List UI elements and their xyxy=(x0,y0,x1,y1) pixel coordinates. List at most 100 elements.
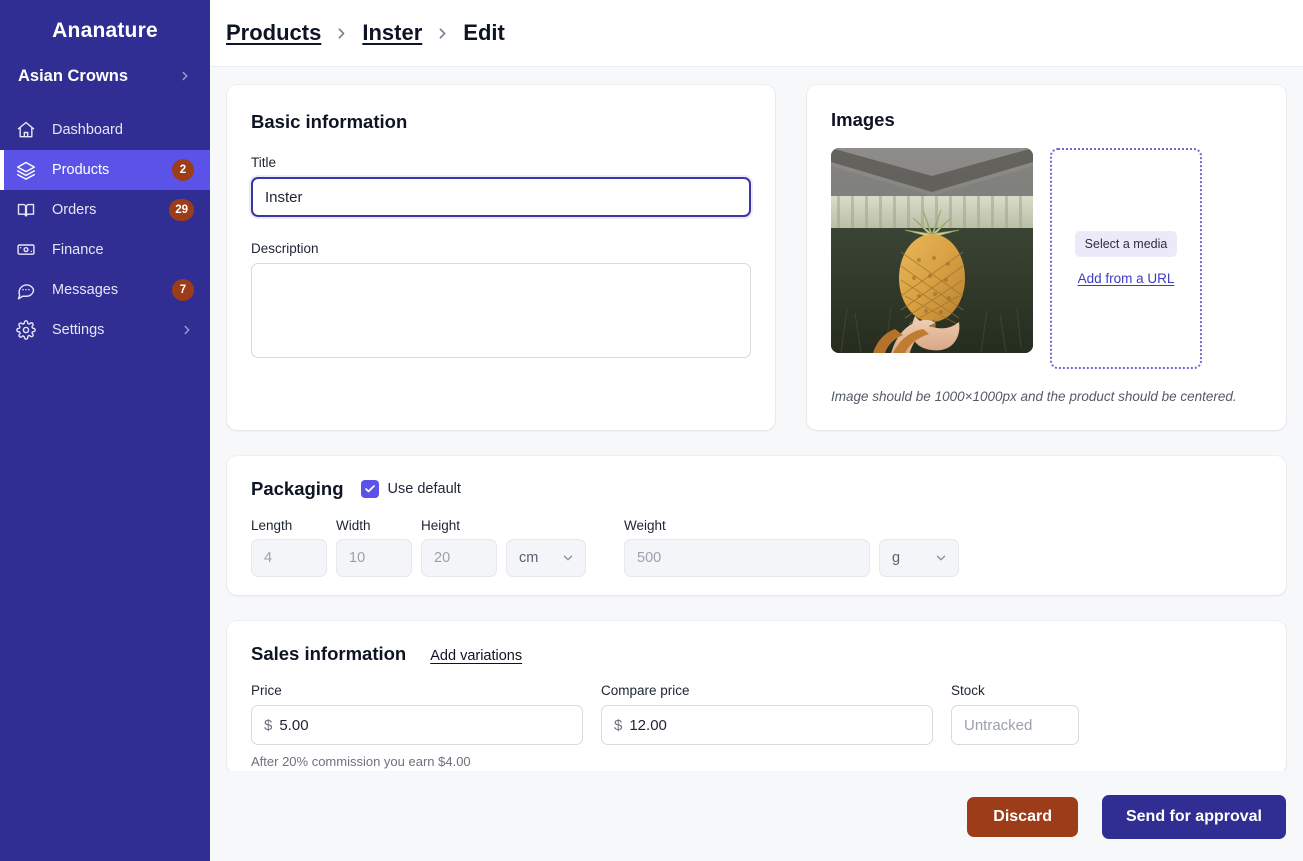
description-textarea[interactable] xyxy=(251,263,751,358)
images-card: Images xyxy=(807,85,1286,430)
main-area: Products Inster Edit Basic information T… xyxy=(210,0,1303,861)
media-dropzone[interactable]: Select a media Add from a URL xyxy=(1050,148,1202,369)
packaging-header: Packaging Use default xyxy=(251,478,1262,500)
add-variations-link[interactable]: Add variations xyxy=(430,648,522,664)
use-default-checkbox[interactable] xyxy=(361,480,379,498)
app-root: Ananature Asian Crowns Dashboard Product… xyxy=(0,0,1303,861)
home-icon xyxy=(16,120,42,140)
sidebar-item-label: Products xyxy=(52,162,172,178)
chat-icon xyxy=(16,280,42,300)
sidebar: Ananature Asian Crowns Dashboard Product… xyxy=(0,0,210,861)
image-requirements-note: Image should be 1000×1000px and the prod… xyxy=(831,389,1262,404)
sidebar-item-label: Finance xyxy=(52,242,194,258)
currency-symbol: $ xyxy=(264,717,272,734)
store-name: Asian Crowns xyxy=(18,67,128,86)
stock-field-group: Stock xyxy=(951,683,1079,745)
title-label: Title xyxy=(251,155,751,170)
title-field-group: Title xyxy=(251,155,751,217)
chevron-right-icon xyxy=(333,25,350,42)
currency-symbol: $ xyxy=(614,717,622,734)
sidebar-item-label: Dashboard xyxy=(52,122,194,138)
chevron-down-icon xyxy=(561,551,575,565)
pineapple-photo xyxy=(831,148,1033,353)
layers-icon xyxy=(16,160,42,180)
store-switcher[interactable]: Asian Crowns xyxy=(0,56,210,96)
content-area: Basic information Title Description Imag… xyxy=(210,67,1303,771)
sales-header: Sales information Add variations xyxy=(251,643,1262,665)
price-input[interactable] xyxy=(279,717,570,734)
images-row: Select a media Add from a URL xyxy=(831,148,1262,369)
sales-fields: Price $ Compare price $ xyxy=(251,683,1262,745)
basic-information-card: Basic information Title Description xyxy=(227,85,775,430)
sidebar-item-label: Orders xyxy=(52,202,169,218)
price-field-group: Price $ xyxy=(251,683,583,745)
weight-label: Weight xyxy=(624,518,870,533)
compare-price-input[interactable] xyxy=(629,717,920,734)
weight-input[interactable] xyxy=(624,539,870,577)
compare-price-input-wrapper[interactable]: $ xyxy=(601,705,933,745)
breadcrumb-item-products[interactable]: Products xyxy=(226,20,321,46)
commission-helper-text: After 20% commission you earn $4.00 xyxy=(251,754,1262,769)
sidebar-item-label: Settings xyxy=(52,322,180,338)
send-for-approval-button[interactable]: Send for approval xyxy=(1102,795,1286,839)
weight-field-group: Weight xyxy=(624,518,870,577)
height-field-group: Height xyxy=(421,518,497,577)
page-title: Basic information xyxy=(251,111,751,133)
sidebar-nav: Dashboard Products 2 Orders 29 xyxy=(0,110,210,350)
dimension-unit-value: cm xyxy=(519,550,538,566)
chevron-right-icon xyxy=(180,323,194,337)
price-label: Price xyxy=(251,683,583,698)
use-default-label: Use default xyxy=(388,481,461,497)
height-input[interactable] xyxy=(421,539,497,577)
select-media-button[interactable]: Select a media xyxy=(1075,231,1178,257)
sidebar-item-messages[interactable]: Messages 7 xyxy=(0,270,210,310)
stock-input[interactable] xyxy=(951,705,1079,745)
weight-unit-select[interactable]: g xyxy=(879,539,959,577)
dimension-unit-select[interactable]: cm xyxy=(506,539,586,577)
length-label: Length xyxy=(251,518,327,533)
weight-unit-group: g xyxy=(879,539,959,577)
compare-price-label: Compare price xyxy=(601,683,933,698)
discard-button[interactable]: Discard xyxy=(967,797,1078,837)
book-icon xyxy=(16,200,42,220)
brand-title: Ananature xyxy=(0,0,210,43)
chevron-right-icon xyxy=(434,25,451,42)
sidebar-item-products[interactable]: Products 2 xyxy=(0,150,210,190)
banknote-icon xyxy=(16,240,42,260)
breadcrumb-item-edit: Edit xyxy=(463,20,505,46)
compare-price-field-group: Compare price $ xyxy=(601,683,933,745)
length-input[interactable] xyxy=(251,539,327,577)
breadcrumb-item-inster[interactable]: Inster xyxy=(362,20,422,46)
status-badge: 7 xyxy=(172,279,194,301)
weight-unit-value: g xyxy=(892,550,900,566)
chevron-right-icon xyxy=(178,69,192,83)
packaging-fields: Length Width Height cm xyxy=(251,518,1262,577)
product-image-thumbnail[interactable] xyxy=(831,148,1033,353)
chevron-down-icon xyxy=(934,551,948,565)
top-row: Basic information Title Description Imag… xyxy=(227,85,1286,430)
price-input-wrapper[interactable]: $ xyxy=(251,705,583,745)
width-label: Width xyxy=(336,518,412,533)
width-input[interactable] xyxy=(336,539,412,577)
sidebar-item-settings[interactable]: Settings xyxy=(0,310,210,350)
dimension-unit-group: cm xyxy=(506,539,586,577)
sidebar-item-label: Messages xyxy=(52,282,172,298)
sidebar-item-orders[interactable]: Orders 29 xyxy=(0,190,210,230)
packaging-card: Packaging Use default Length Width xyxy=(227,456,1286,595)
length-field-group: Length xyxy=(251,518,327,577)
sidebar-item-dashboard[interactable]: Dashboard xyxy=(0,110,210,150)
description-field-group: Description xyxy=(251,241,751,363)
packaging-heading: Packaging xyxy=(251,478,344,500)
description-label: Description xyxy=(251,241,751,256)
images-heading: Images xyxy=(831,109,1262,131)
status-badge: 2 xyxy=(172,159,194,181)
gear-icon xyxy=(16,320,42,340)
status-badge: 29 xyxy=(169,199,194,221)
footer-actions: Discard Send for approval xyxy=(210,771,1303,861)
add-from-url-link[interactable]: Add from a URL xyxy=(1078,271,1175,286)
sidebar-item-finance[interactable]: Finance xyxy=(0,230,210,270)
title-input[interactable] xyxy=(251,177,751,217)
stock-label: Stock xyxy=(951,683,1079,698)
sales-heading: Sales information xyxy=(251,643,406,665)
sales-information-card: Sales information Add variations Price $… xyxy=(227,621,1286,771)
